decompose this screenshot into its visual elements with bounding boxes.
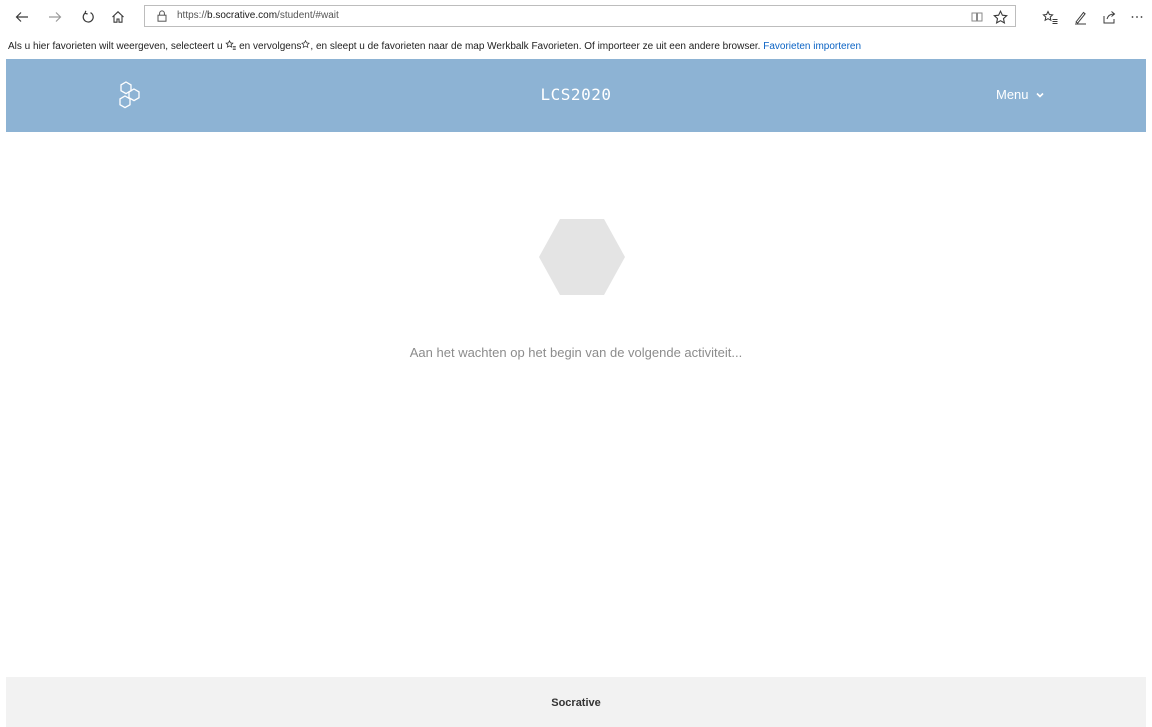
forward-arrow-icon[interactable]: [45, 7, 65, 27]
footer: Socrative: [6, 677, 1146, 727]
import-favorites-link[interactable]: Favorieten importeren: [763, 41, 861, 52]
address-url[interactable]: https://b.socrative.com/student/#wait: [177, 10, 339, 21]
lock-icon: [157, 10, 167, 22]
refresh-icon[interactable]: [78, 7, 98, 27]
footer-brand: Socrative: [551, 697, 601, 709]
url-domain: b.socrative.com: [207, 10, 278, 21]
favorites-hint-part1: Als u hier favorieten wilt weergeven, se…: [8, 41, 226, 52]
app-header: LCS2020 Menu: [6, 59, 1146, 132]
favorite-star-icon[interactable]: [990, 7, 1010, 27]
hexagon-loader-icon: [539, 219, 625, 295]
url-prefix: https://: [177, 10, 208, 21]
share-icon[interactable]: [1099, 7, 1119, 27]
favorites-hint-bar: Als u hier favorieten wilt weergeven, se…: [0, 34, 1152, 58]
favorites-hint-part3: , en sleept u de favorieten naar de map …: [310, 41, 764, 52]
waiting-message: Aan het wachten op het begin van de volg…: [409, 345, 743, 360]
room-title: LCS2020: [540, 85, 612, 104]
address-bar[interactable]: https://b.socrative.com/student/#wait: [144, 5, 1016, 27]
back-arrow-icon[interactable]: [12, 7, 32, 27]
url-path: /student/#wait: [277, 10, 339, 21]
more-icon[interactable]: [1127, 7, 1147, 27]
favorites-hint-text: Als u hier favorieten wilt weergeven, se…: [8, 39, 861, 52]
menu-button[interactable]: Menu: [996, 87, 1045, 102]
home-icon[interactable]: [108, 7, 128, 27]
pen-icon[interactable]: [1070, 7, 1090, 27]
favorites-star-icon: [225, 39, 237, 50]
browser-toolbar: https://b.socrative.com/student/#wait: [0, 0, 1152, 34]
reading-view-icon[interactable]: [967, 7, 987, 27]
favorites-list-icon[interactable]: [1040, 7, 1060, 27]
menu-label: Menu: [996, 87, 1029, 102]
favorites-hint-part2: en vervolgens: [236, 41, 302, 52]
chevron-down-icon: [1035, 92, 1044, 98]
